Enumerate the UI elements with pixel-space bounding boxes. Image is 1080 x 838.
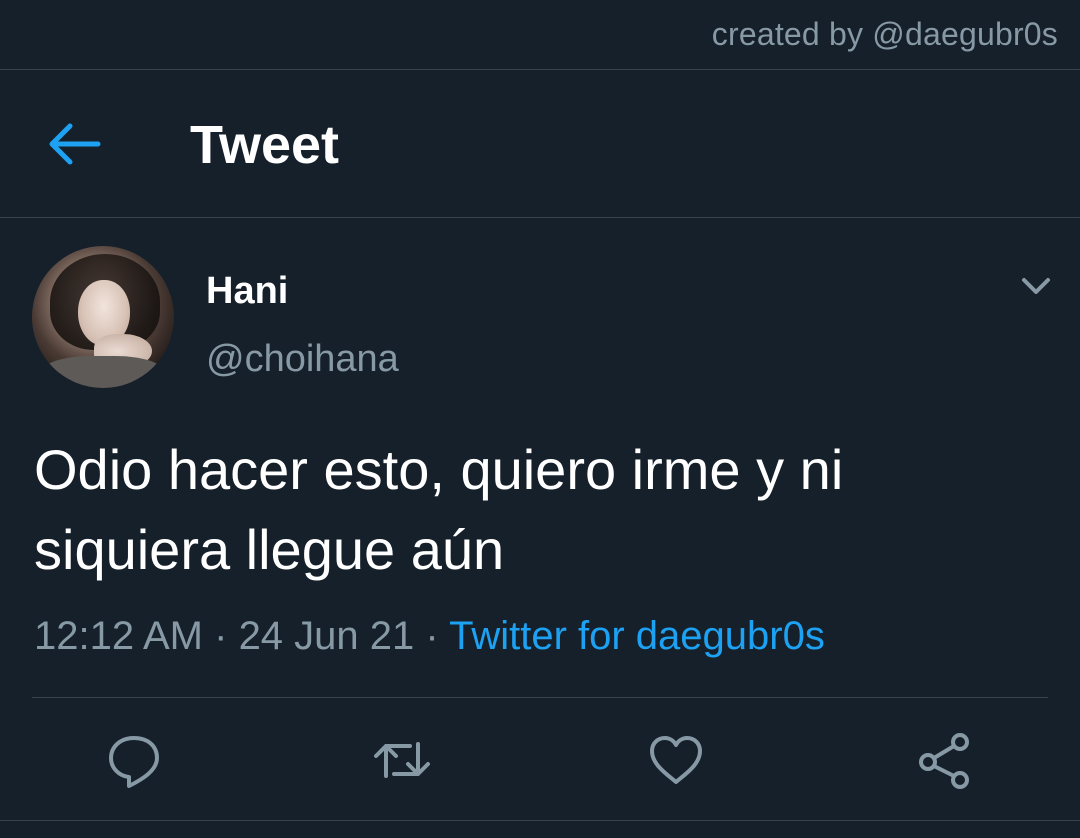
divider [32, 697, 1048, 698]
reply-icon [109, 736, 159, 788]
heart-icon [650, 736, 702, 784]
reply-button[interactable] [104, 730, 164, 790]
avatar[interactable] [32, 246, 174, 388]
display-name[interactable]: Hani [206, 270, 288, 313]
header: Tweet [0, 70, 1080, 218]
tweet-meta: 12:12 AM · 24 Jun 21 · Twitter for daegu… [34, 614, 825, 659]
credit-bar: created by @daegubr0s [0, 0, 1080, 70]
chevron-down-icon [1022, 278, 1050, 294]
user-handle[interactable]: @choihana [206, 338, 399, 381]
share-icon [919, 733, 969, 789]
tweet-date: 24 Jun 21 [238, 614, 415, 658]
tweet-source-link[interactable]: Twitter for daegubr0s [449, 614, 825, 658]
meta-separator: · [203, 614, 239, 658]
more-options-button[interactable] [1016, 272, 1056, 300]
page-title: Tweet [190, 115, 340, 175]
back-button[interactable] [44, 116, 104, 172]
retweet-icon [374, 742, 430, 778]
retweet-button[interactable] [372, 730, 432, 790]
tweet-text: Odio hacer esto, quiero irme y ni siquie… [34, 438, 844, 581]
arrow-left-icon [49, 123, 101, 165]
credit-text: created by @daegubr0s [711, 16, 1058, 52]
tweet-time: 12:12 AM [34, 614, 204, 658]
bottom-divider [0, 820, 1080, 821]
meta-separator: · [414, 614, 450, 658]
share-button[interactable] [914, 730, 974, 790]
like-button[interactable] [646, 730, 706, 790]
